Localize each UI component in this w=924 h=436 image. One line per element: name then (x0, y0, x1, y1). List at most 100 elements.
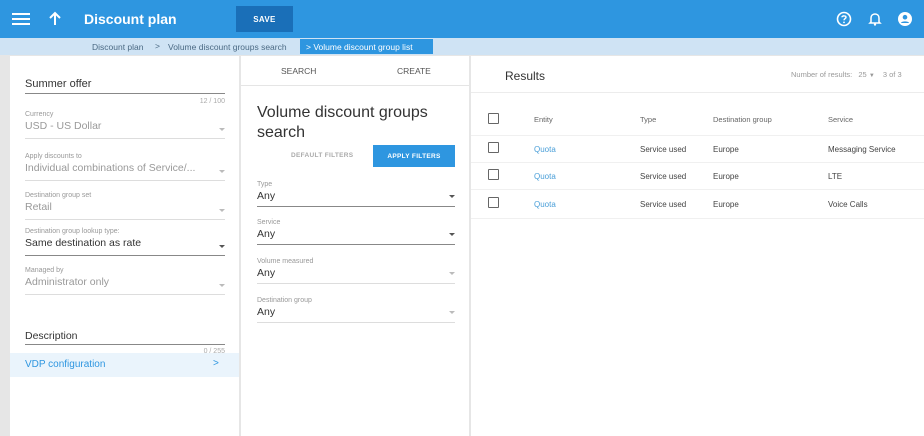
top-bar: Discount plan SAVE (0, 0, 924, 38)
column-header-destination-group[interactable]: Destination group (713, 115, 772, 124)
row-entity-link[interactable]: Quota (534, 172, 556, 181)
results-count: Number of results: 25 ▼ 3 of 3 (791, 70, 902, 79)
managed-by-underline (25, 294, 225, 295)
chevron-down-icon (449, 311, 455, 314)
breadcrumb-item-discount-plan[interactable]: Discount plan (92, 42, 144, 52)
tab-search[interactable]: SEARCH (281, 66, 316, 76)
volume-measured-filter-value: Any (257, 267, 276, 279)
apply-filters-button[interactable]: APPLY FILTERS (373, 145, 455, 167)
lookup-type-select[interactable]: Destination group lookup type: Same dest… (25, 228, 225, 256)
service-filter-select[interactable]: Service Any (257, 219, 455, 245)
name-value: Summer offer (25, 78, 92, 90)
destination-group-set-value: Retail (25, 201, 52, 213)
chevron-down-icon (449, 233, 455, 236)
lookup-type-underline (25, 255, 225, 256)
chevron-down-icon (219, 128, 225, 131)
lookup-type-value: Same destination as rate (25, 237, 142, 249)
page-title: Discount plan (84, 11, 177, 27)
breadcrumb-separator-icon: > (155, 41, 160, 51)
managed-by-value: Administrator only (25, 276, 110, 288)
destination-group-filter-value: Any (257, 306, 276, 318)
page-size-value: 25 (858, 70, 867, 79)
type-filter-select[interactable]: Type Any (257, 181, 455, 207)
managed-by-select[interactable]: Managed by Administrator only (25, 267, 225, 295)
row-entity-link[interactable]: Quota (534, 145, 556, 154)
apply-discounts-underline (25, 180, 225, 181)
row-type: Service used (640, 172, 687, 181)
account-icon[interactable] (896, 10, 914, 28)
volume-measured-filter-label: Volume measured (257, 258, 314, 265)
destination-group-set-label: Destination group set (25, 192, 92, 199)
chevron-down-icon (449, 195, 455, 198)
results-divider (471, 92, 924, 93)
service-filter-underline (257, 244, 455, 245)
column-header-service[interactable]: Service (828, 115, 853, 124)
page-size-select[interactable]: 25 ▼ (858, 70, 874, 79)
column-header-entity[interactable]: Entity (534, 115, 553, 124)
currency-select[interactable]: Currency USD - US Dollar (25, 111, 225, 139)
row-entity-link[interactable]: Quota (534, 200, 556, 209)
save-button[interactable]: SAVE (236, 6, 293, 32)
chevron-right-icon: > (213, 358, 219, 369)
help-icon[interactable] (835, 10, 853, 28)
lookup-type-label: Destination group lookup type: (25, 228, 120, 235)
chevron-down-icon (219, 170, 225, 173)
vdp-configuration-item[interactable]: VDP configuration > (10, 353, 239, 377)
results-title: Results (505, 69, 546, 83)
name-counter: 12 / 100 (199, 98, 225, 105)
tab-create[interactable]: CREATE (397, 66, 431, 76)
name-field[interactable]: Summer offer 12 / 100 (25, 76, 225, 105)
row-checkbox[interactable] (488, 169, 499, 180)
row-destination-group: Europe (713, 145, 739, 154)
apply-discounts-label: Apply discounts to (25, 153, 82, 160)
row-destination-group: Europe (713, 172, 739, 181)
name-underline (25, 93, 225, 94)
row-divider (471, 189, 924, 190)
destination-group-set-underline (25, 219, 225, 220)
breadcrumb-item-vdg-search[interactable]: Volume discount groups search (168, 42, 287, 52)
select-all-checkbox[interactable] (488, 113, 499, 124)
search-create-tabs: SEARCH CREATE (241, 56, 469, 86)
default-filters-button[interactable]: DEFAULT FILTERS (291, 152, 353, 159)
volume-measured-filter-underline (257, 283, 455, 284)
row-type: Service used (640, 145, 687, 154)
breadcrumb-item-active: > Volume discount group list (300, 39, 433, 54)
destination-group-set-select[interactable]: Destination group set Retail (25, 192, 225, 220)
breadcrumb-active-label: Volume discount group list (313, 42, 413, 52)
type-filter-label: Type (257, 181, 273, 188)
destination-group-filter-label: Destination group (257, 297, 312, 304)
chevron-down-icon: ▼ (868, 73, 875, 79)
row-checkbox[interactable] (488, 197, 499, 208)
breadcrumb: Discount plan > Volume discount groups s… (0, 38, 924, 55)
row-service: LTE (828, 172, 843, 181)
currency-underline (25, 138, 225, 139)
chevron-down-icon (219, 284, 225, 287)
results-panel: Results Number of results: 25 ▼ 3 of 3 E… (471, 56, 924, 436)
type-filter-underline (257, 206, 455, 207)
type-filter-value: Any (257, 190, 276, 202)
arrow-up-icon[interactable] (48, 11, 62, 27)
apply-discounts-select[interactable]: Apply discounts to Individual combinatio… (25, 153, 225, 181)
search-panel: SEARCH CREATE Volume discount groups sea… (241, 56, 469, 436)
row-divider (471, 162, 924, 163)
column-header-type[interactable]: Type (640, 115, 656, 124)
row-service: Voice Calls (828, 200, 868, 209)
destination-group-filter-select[interactable]: Destination group Any (257, 297, 455, 323)
volume-measured-filter-select[interactable]: Volume measured Any (257, 258, 455, 284)
vdp-configuration-label: VDP configuration (25, 359, 106, 370)
search-title: Volume discount groups search (257, 104, 428, 141)
managed-by-label: Managed by (25, 267, 64, 274)
page-info: 3 of 3 (882, 70, 902, 79)
description-field[interactable]: Description 0 / 255 (25, 328, 225, 355)
service-filter-value: Any (257, 228, 276, 240)
currency-value: USD - US Dollar (25, 120, 102, 132)
apply-discounts-value: Individual combinations of Service/... (25, 162, 196, 174)
bell-icon[interactable] (866, 10, 884, 28)
header-divider (471, 135, 924, 136)
row-checkbox[interactable] (488, 142, 499, 153)
menu-icon[interactable] (12, 10, 30, 28)
currency-label: Currency (25, 111, 54, 118)
row-service: Messaging Service (828, 145, 896, 154)
chevron-down-icon (449, 272, 455, 275)
results-count-label: Number of results: (791, 70, 853, 79)
